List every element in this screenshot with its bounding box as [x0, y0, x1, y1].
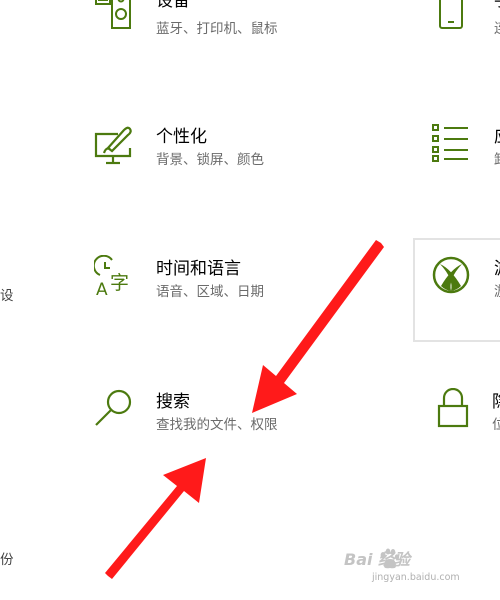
- phone-icon: [439, 0, 463, 29]
- personalization-desc: 背景、锁屏、颜色: [156, 152, 264, 168]
- left-edge-text-1: 设: [0, 288, 14, 304]
- settings-tile-devices[interactable]: 设备 蓝牙、打印机、鼠标: [94, 0, 354, 48]
- settings-tile-apps[interactable]: 应 卸: [430, 123, 500, 183]
- personalization-icon: [94, 126, 132, 165]
- search-title: 搜索: [156, 392, 190, 412]
- watermark-sub: jingyan.baidu.com: [372, 572, 460, 583]
- svg-text:字: 字: [110, 272, 129, 294]
- left-edge-text-2: 份: [0, 552, 14, 568]
- time-language-title: 时间和语言: [156, 259, 241, 279]
- phone-desc: 连: [494, 20, 500, 38]
- settings-tile-time-language[interactable]: A 字 时间和语言 语音、区域、日期: [94, 255, 354, 315]
- gaming-title: 游: [494, 259, 500, 279]
- gaming-desc: 游: [494, 283, 500, 301]
- devices-icon: [95, 0, 131, 29]
- search-icon: [95, 389, 132, 426]
- privacy-desc: 位: [492, 417, 500, 433]
- settings-tile-phone[interactable]: 手 连: [438, 0, 500, 48]
- time-language-icon: A 字: [94, 255, 129, 299]
- phone-title: 手: [494, 0, 500, 11]
- lower-arrow-icon: [105, 458, 206, 579]
- watermark-main: Bai 经验: [344, 550, 411, 569]
- settings-tile-gaming[interactable]: 游 游: [432, 255, 500, 315]
- time-language-desc: 语音、区域、日期: [156, 284, 264, 300]
- apps-list-icon: [432, 124, 468, 162]
- privacy-title: 隐: [492, 392, 500, 412]
- personalization-title: 个性化: [156, 127, 207, 147]
- settings-tile-personalization[interactable]: 个性化 背景、锁屏、颜色: [94, 123, 354, 183]
- xbox-icon: [432, 256, 470, 294]
- svg-text:A: A: [96, 280, 108, 299]
- settings-tile-privacy[interactable]: 隐 位: [436, 388, 500, 448]
- devices-desc: 蓝牙、打印机、鼠标: [156, 21, 278, 37]
- apps-desc: 卸: [494, 151, 500, 169]
- watermark: Bai 经验 jingyan.baidu.com: [344, 546, 474, 590]
- settings-tile-search[interactable]: 搜索 查找我的文件、权限: [94, 388, 354, 448]
- apps-title: 应: [494, 127, 500, 147]
- settings-page: 设 份 设备 蓝牙、打印机、鼠标 个性化 背景、锁屏、颜色 A 字 时间和语言 …: [0, 0, 500, 600]
- lock-icon: [437, 388, 469, 428]
- search-desc: 查找我的文件、权限: [156, 417, 278, 433]
- devices-title: 设备: [156, 0, 190, 11]
